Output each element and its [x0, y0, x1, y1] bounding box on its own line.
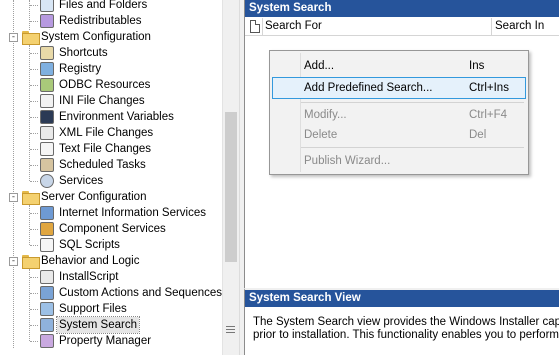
scrollbar-thumb[interactable]: [225, 112, 237, 262]
tree-item-label: Text File Changes: [59, 143, 152, 155]
grid-header: Search For Search In: [245, 17, 559, 36]
menu-separator: [301, 102, 524, 103]
document-icon: [250, 20, 260, 33]
folder-icon: [22, 255, 40, 269]
menu-item-label: Add Predefined Search...: [304, 82, 433, 94]
tree-item-label: System Configuration: [41, 31, 151, 43]
menu-item-shortcut: Del: [469, 129, 487, 141]
menu-item-add[interactable]: Add... Ins: [272, 55, 526, 77]
shortcuts-icon: [40, 46, 54, 60]
tree-item-label: SQL Scripts: [59, 239, 120, 251]
tree-guide-line: [13, 0, 14, 348]
menu-separator: [301, 147, 524, 148]
context-menu: Add... Ins Add Predefined Search... Ctrl…: [269, 50, 529, 175]
services-icon: [40, 174, 54, 188]
menu-item-label: Modify...: [304, 109, 347, 121]
tree-item-label: Internet Information Services: [59, 207, 207, 219]
tree-item-label: System Search: [56, 316, 140, 334]
tree-item-label: Environment Variables: [59, 111, 174, 123]
tree-item-label: Registry: [59, 63, 102, 75]
files-and-folders-icon: [40, 0, 54, 12]
folder-icon: [22, 191, 40, 205]
system-search-icon: [40, 318, 54, 332]
tree-item-label: Server Configuration: [41, 191, 147, 203]
sql-icon: [40, 238, 54, 252]
column-header-search-in[interactable]: Search In: [495, 19, 544, 34]
environment-variables-icon: [40, 110, 54, 124]
menu-item-shortcut: Ctrl+Ins: [469, 82, 509, 94]
tree-item-label: Scheduled Tasks: [59, 159, 146, 171]
tree-item-label: Property Manager: [59, 335, 152, 347]
tree-item-label: Component Services: [59, 223, 166, 235]
tree-item-label: XML File Changes: [59, 127, 154, 139]
custom-actions-icon: [40, 286, 54, 300]
tree-item-label: Support Files: [59, 303, 127, 315]
menu-item-label: Delete: [304, 129, 338, 141]
redistributables-icon: [40, 14, 54, 28]
column-header-search-for[interactable]: Search For: [265, 19, 322, 34]
collapse-icon[interactable]: -: [9, 193, 18, 202]
menu-item-publish-wizard[interactable]: Publish Wizard...: [272, 150, 526, 172]
menu-item-add-predefined-search[interactable]: Add Predefined Search... Ctrl+Ins: [272, 77, 526, 99]
menu-item-shortcut: Ins: [469, 60, 485, 72]
scheduled-tasks-icon: [40, 158, 54, 172]
grip-icon: [226, 326, 235, 336]
tree-guide-line: [29, 45, 30, 181]
help-text: The System Search view provides the Wind…: [253, 316, 559, 342]
tree-item-label: Services: [59, 175, 104, 187]
tree-view: Files and Folders Redistributables - Sys…: [0, 0, 222, 355]
menu-item-shortcut: Ctrl+F4: [469, 109, 508, 121]
help-panel: System Search View The System Search vie…: [244, 288, 559, 355]
menu-item-modify[interactable]: Modify... Ctrl+F4: [272, 104, 526, 126]
registry-icon: [40, 62, 54, 76]
help-text-line: prior to installation. This functionalit…: [253, 329, 559, 341]
collapse-icon[interactable]: -: [9, 257, 18, 266]
tree-item-label: INI File Changes: [59, 95, 145, 107]
tree-guide-line: [29, 269, 30, 341]
component-services-icon: [40, 222, 54, 236]
property-manager-icon: [40, 334, 54, 348]
help-panel-title: System Search View: [245, 290, 559, 307]
tree-scrollbar[interactable]: [222, 0, 239, 355]
menu-item-delete[interactable]: Delete Del: [272, 124, 526, 146]
installscript-icon: [40, 270, 54, 284]
iis-icon: [40, 206, 54, 220]
tree-item-label: Custom Actions and Sequences: [59, 287, 222, 299]
tree-item-label: Redistributables: [59, 15, 142, 27]
tree-guide-line: [29, 205, 30, 245]
xml-file-icon: [40, 126, 54, 140]
support-files-icon: [40, 302, 54, 316]
tree-item-label: Files and Folders: [59, 0, 148, 11]
tree-item-label: ODBC Resources: [59, 79, 151, 91]
collapse-icon[interactable]: -: [9, 33, 18, 42]
panel-title: System Search: [245, 0, 559, 17]
odbc-icon: [40, 78, 54, 92]
menu-item-label: Publish Wizard...: [304, 155, 391, 167]
tree-item-label: Shortcuts: [59, 47, 108, 59]
menu-item-label: Add...: [304, 60, 335, 72]
text-file-icon: [40, 142, 54, 156]
tree-item-label: InstallScript: [59, 271, 119, 283]
tree-item-label: Behavior and Logic: [41, 255, 140, 267]
help-text-line: The System Search view provides the Wind…: [253, 316, 559, 328]
folder-icon: [22, 31, 40, 45]
ini-file-icon: [40, 94, 54, 108]
